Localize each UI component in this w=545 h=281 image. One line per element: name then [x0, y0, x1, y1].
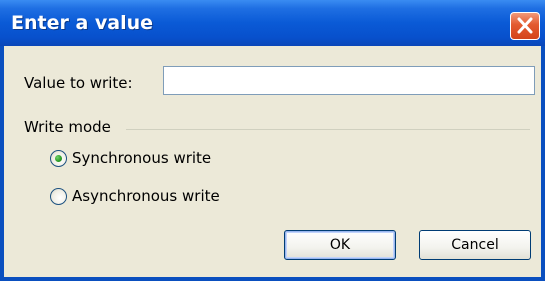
write-mode-group-label: Write mode	[24, 118, 111, 136]
value-input[interactable]	[163, 66, 535, 95]
radio-synchronous[interactable]: Synchronous write	[50, 148, 250, 170]
group-divider	[126, 129, 530, 130]
title-bar[interactable]: Enter a value	[0, 0, 545, 46]
ok-button[interactable]: OK	[284, 230, 396, 260]
close-icon	[517, 17, 533, 34]
value-label: Value to write:	[24, 74, 133, 92]
close-button[interactable]	[510, 12, 540, 40]
radio-dot	[55, 155, 62, 162]
radio-selected-icon[interactable]	[50, 150, 67, 167]
dialog-title: Enter a value	[11, 12, 154, 34]
cancel-button[interactable]: Cancel	[419, 230, 531, 260]
radio-synchronous-label: Synchronous write	[72, 149, 212, 167]
radio-asynchronous-label: Asynchronous write	[72, 187, 220, 205]
dialog-body: Value to write: Write mode Synchronous w…	[4, 46, 541, 277]
radio-asynchronous[interactable]: Asynchronous write	[50, 186, 250, 208]
radio-unselected-icon[interactable]	[50, 188, 67, 205]
dialog-window: Enter a value Value to write: Write mode…	[0, 0, 545, 281]
